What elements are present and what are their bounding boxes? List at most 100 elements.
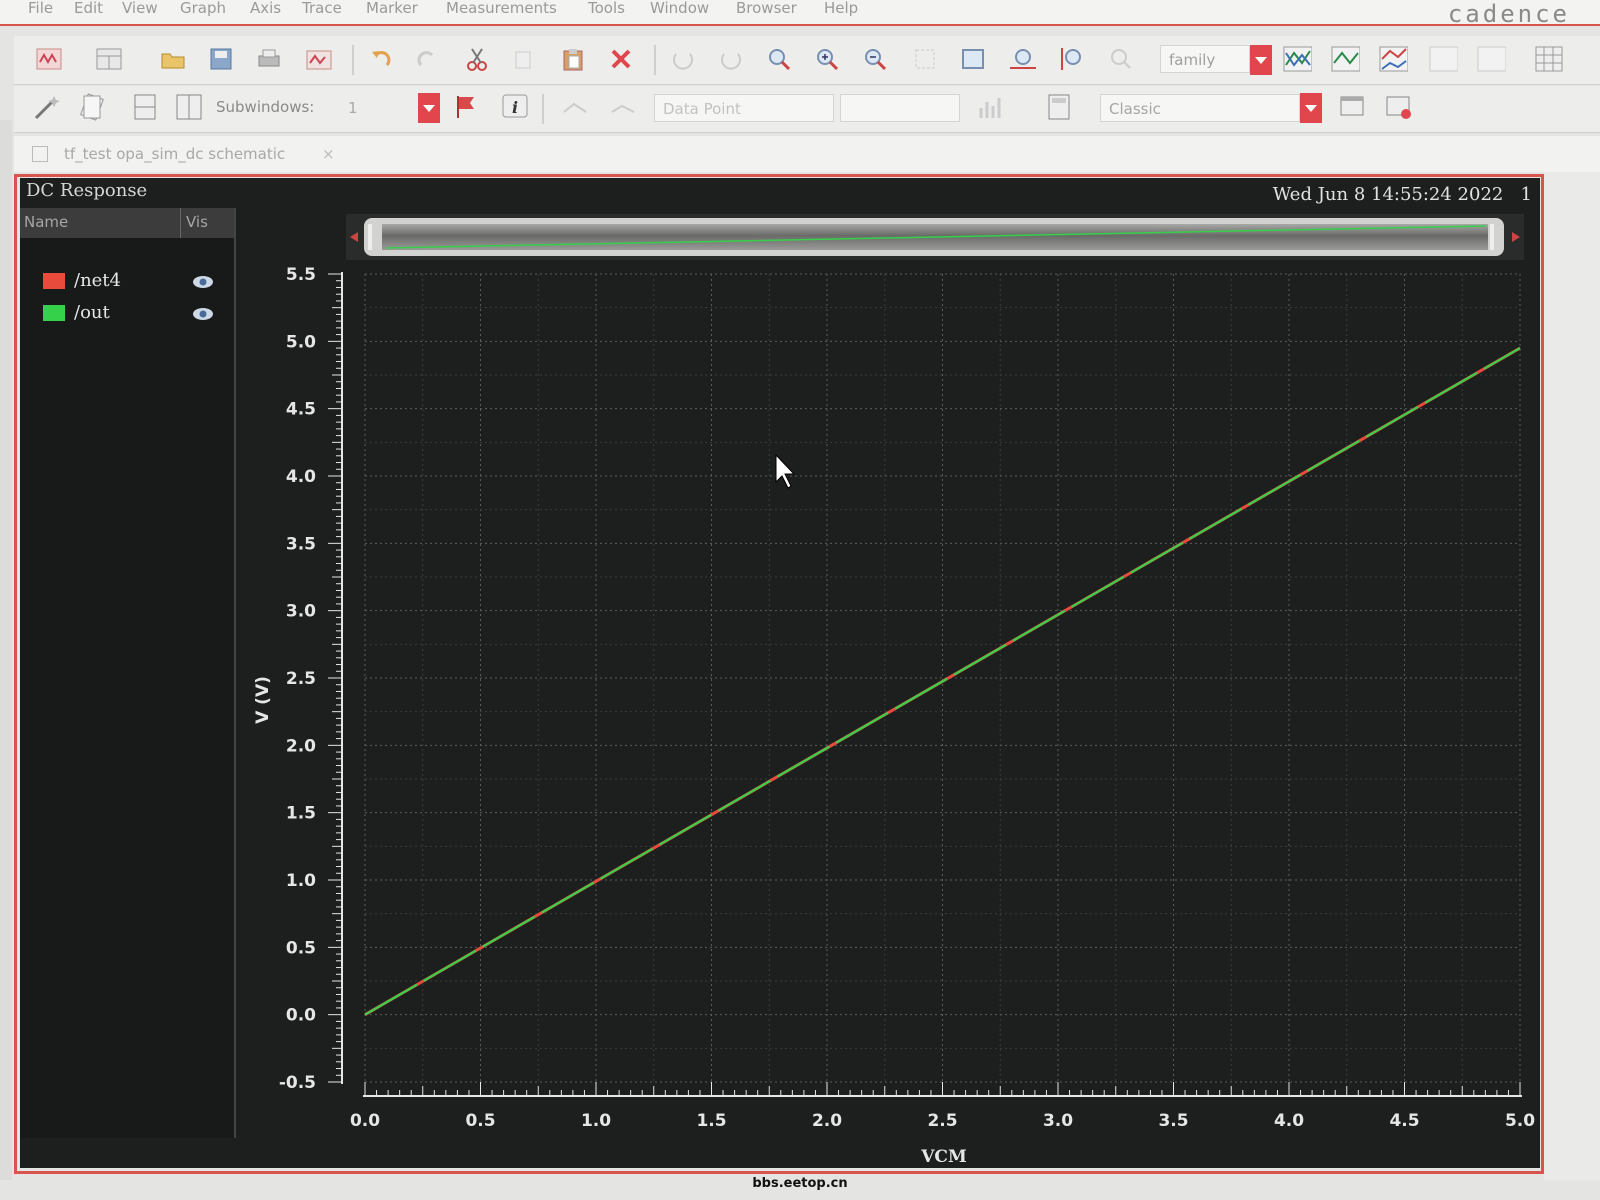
window-datetime: Wed Jun 8 14:55:24 2022 1 [1273,184,1532,205]
histogram-icon[interactable] [976,92,1006,122]
visibility-eye-icon[interactable] [192,274,214,293]
menu-edit[interactable]: Edit [74,0,103,16]
tab-close-icon[interactable]: × [322,140,335,168]
x-overview-scrollbar[interactable] [346,214,1524,260]
window-close-icon[interactable] [1384,92,1414,122]
subwindows-value[interactable]: 1 [340,94,418,122]
window-title: DC Response [26,180,148,201]
save-icon[interactable] [206,44,236,74]
menu-marker[interactable]: Marker [366,0,418,16]
trace-legend: Name Vis /net4 /out [20,208,236,1138]
tab-schematic[interactable]: tf_test opa_sim_dc schematic × [22,140,342,168]
menu-axis[interactable]: Axis [250,0,281,16]
menu-graph[interactable]: Graph [180,0,226,16]
grid-icon[interactable] [1534,44,1564,74]
legend-item-out[interactable]: /out [40,302,220,326]
redo-icon[interactable] [412,44,442,74]
family-field[interactable]: family [1160,45,1250,73]
left-margin [0,120,12,1180]
svg-text:i: i [512,98,518,117]
subwindows-label: Subwindows: [216,98,315,116]
legend-label-out: /out [74,302,110,323]
tab-checkbox[interactable] [32,146,48,162]
stack-chart-icon[interactable] [1378,44,1408,74]
menu-view[interactable]: View [122,0,158,16]
flag-icon[interactable] [450,92,480,122]
scroll-right-arrow-icon[interactable] [1512,232,1520,242]
toolbar-separator [654,45,656,75]
toolbar-separator [542,94,544,124]
menu-tools[interactable]: Tools [588,0,625,16]
paste-icon[interactable] [558,44,588,74]
scroll-handle-left[interactable] [368,224,372,250]
tab-bar: tf_test opa_sim_dc schematic × [14,136,1600,172]
menu-browser[interactable]: Browser [736,0,797,16]
datetime-text: Wed Jun 8 14:55:24 2022 [1272,184,1504,205]
menu-trace[interactable]: Trace [302,0,342,16]
legend-col-name[interactable]: Name [24,213,68,231]
menu-file[interactable]: File [28,0,53,16]
cut-icon[interactable] [462,44,492,74]
style-field[interactable]: Classic [1100,94,1300,122]
waveform-window-icon[interactable] [34,44,64,74]
watermark-footer: bbs.eetop.cn [752,1176,848,1191]
screenshot-icon[interactable] [304,44,334,74]
window-icon[interactable] [1338,92,1368,122]
menu-window[interactable]: Window [650,0,709,16]
strip-chart-icon[interactable] [1282,44,1312,74]
print-icon[interactable] [254,44,284,74]
zoom-icon[interactable] [764,44,794,74]
menu-help[interactable]: Help [824,0,858,16]
data-point-field[interactable]: Data Point [654,94,834,122]
legend-swatch-net4 [43,273,65,289]
legend-label-net4: /net4 [74,270,121,291]
visibility-eye-icon[interactable] [192,306,214,325]
overlay-chart-icon[interactable] [1330,44,1360,74]
menu-measurements[interactable]: Measurements [446,0,557,16]
legend-swatch-out [43,305,65,321]
split-horizontal-icon[interactable] [130,92,160,122]
data-point-value-field[interactable] [840,94,960,122]
marker-icon[interactable] [560,92,590,122]
secondary-toolbar: Subwindows: 1 i Data Point Classic [14,86,1600,133]
legend-col-divider [180,208,181,238]
copy-icon[interactable] [508,44,538,74]
zoom-area-icon[interactable] [910,44,940,74]
chart-option-icon[interactable] [1428,44,1458,74]
search-icon[interactable] [1106,44,1136,74]
style-dropdown-arrow[interactable] [1300,93,1322,123]
subwindows-dropdown-arrow[interactable] [418,93,440,123]
marker-2-icon[interactable] [608,92,638,122]
zoom-in-icon[interactable] [812,44,842,74]
info-icon[interactable]: i [500,92,530,122]
main-toolbar: family [14,36,1600,85]
layout-icon[interactable] [94,44,124,74]
zoom-x-icon[interactable] [1008,44,1038,74]
open-folder-icon[interactable] [158,44,188,74]
dc-response-window: DC Response Wed Jun 8 14:55:24 2022 1 Na… [20,178,1540,1168]
menu-bar: File Edit View Graph Axis Trace Marker M… [0,0,1600,28]
cadence-logo: cadence [1447,0,1570,28]
delete-icon[interactable] [606,44,636,74]
chart-option-2-icon[interactable] [1476,44,1506,74]
tab-title: tf_test opa_sim_dc schematic [64,145,286,163]
scroll-handle-right[interactable] [1490,224,1494,250]
fit-icon[interactable] [958,44,988,74]
cards-icon[interactable] [78,92,108,122]
split-vertical-icon[interactable] [174,92,204,122]
right-margin [1544,170,1600,1180]
rotate-left-icon[interactable] [668,44,698,74]
zoom-y-icon[interactable] [1058,44,1088,74]
toolbar-separator [352,45,354,75]
undo-icon[interactable] [366,44,396,74]
zoom-out-icon[interactable] [860,44,890,74]
calculator-icon[interactable] [1044,92,1074,122]
legend-item-net4[interactable]: /net4 [40,270,220,294]
overview-trace [385,225,1487,249]
wand-icon[interactable] [32,92,62,122]
legend-col-vis[interactable]: Vis [186,213,208,231]
family-dropdown-arrow[interactable] [1250,45,1272,75]
subwindow-index: 1 [1520,184,1532,205]
rotate-right-icon[interactable] [716,44,746,74]
scroll-left-arrow-icon[interactable] [350,232,358,242]
